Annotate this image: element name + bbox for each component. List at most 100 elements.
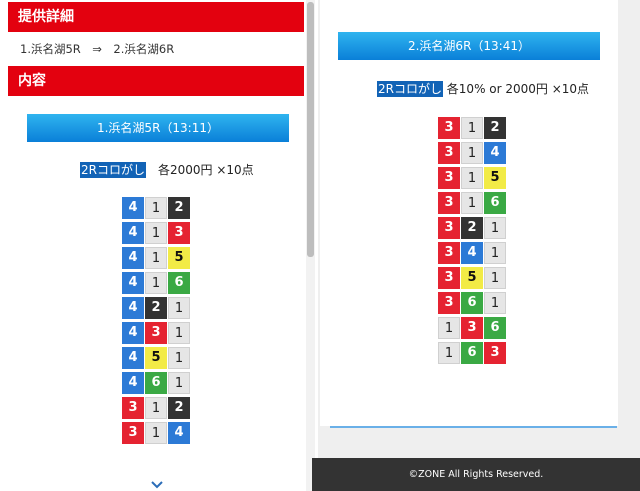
combo-row: 415: [122, 247, 190, 269]
boat-number: 2: [484, 117, 506, 139]
bet-line-left: 2Rコロがし 各2000円 ×10点: [80, 161, 254, 178]
boat-number: 2: [145, 297, 167, 319]
bet-tag-right: 2Rコロがし: [377, 81, 443, 97]
boat-number: 1: [145, 222, 167, 244]
content-card-right: 2.浜名湖6R（13:41） 2Rコロがし 各10% or 2000円 ×10点…: [320, 0, 618, 426]
combo-row: 341: [438, 242, 506, 264]
boat-number: 1: [461, 167, 483, 189]
boat-number: 1: [145, 197, 167, 219]
bet-text-right: 各10% or 2000円 ×10点: [442, 82, 590, 96]
boat-number: 4: [122, 372, 144, 394]
boat-number: 5: [168, 247, 190, 269]
boat-number: 1: [484, 217, 506, 239]
bet-text-left: 各2000円 ×10点: [145, 163, 254, 177]
left-scrollbar-thumb[interactable]: [307, 2, 314, 257]
card-divider: [330, 426, 617, 428]
boat-number: 1: [438, 342, 460, 364]
combo-row: 412: [122, 197, 190, 219]
boat-number: 1: [168, 297, 190, 319]
footer: ©ZONE All Rights Reserved.: [312, 458, 640, 491]
boat-number: 4: [122, 322, 144, 344]
boat-number: 3: [438, 117, 460, 139]
bet-tag-left: 2Rコロがし: [80, 162, 146, 178]
section-title-content: 内容: [8, 66, 304, 96]
boat-number: 6: [484, 317, 506, 339]
boat-number: 3: [122, 397, 144, 419]
combo-row: 421: [122, 297, 190, 319]
combo-row: 461: [122, 372, 190, 394]
boat-number: 1: [461, 117, 483, 139]
boat-number: 5: [461, 267, 483, 289]
boat-number: 2: [168, 397, 190, 419]
race-bar-right: 2.浜名湖6R（13:41）: [338, 32, 600, 60]
boat-number: 1: [484, 242, 506, 264]
boat-number: 3: [168, 222, 190, 244]
boat-number: 1: [145, 422, 167, 444]
boat-number: 1: [438, 317, 460, 339]
combo-row: 451: [122, 347, 190, 369]
combo-grid-right: 312314315316321341351361136163: [438, 117, 506, 367]
route-text: 1.浜名湖5R ⇒ 2.浜名湖6R: [20, 42, 175, 56]
boat-number: 1: [168, 372, 190, 394]
left-scrollbar[interactable]: [306, 0, 315, 491]
boat-number: 1: [484, 292, 506, 314]
boat-number: 4: [122, 247, 144, 269]
boat-number: 3: [461, 317, 483, 339]
boat-number: 2: [168, 197, 190, 219]
boat-number: 4: [122, 197, 144, 219]
boat-number: 3: [438, 167, 460, 189]
combo-row: 361: [438, 292, 506, 314]
boat-number: 1: [145, 247, 167, 269]
boat-number: 4: [484, 142, 506, 164]
boat-number: 6: [168, 272, 190, 294]
boat-number: 6: [461, 342, 483, 364]
boat-number: 4: [122, 222, 144, 244]
boat-number: 1: [168, 347, 190, 369]
combo-row: 315: [438, 167, 506, 189]
boat-number: 4: [122, 347, 144, 369]
boat-number: 3: [438, 217, 460, 239]
combo-row: 136: [438, 317, 506, 339]
boat-number: 5: [145, 347, 167, 369]
boat-number: 3: [145, 322, 167, 344]
combo-grid-left: 412413415416421431451461312314: [122, 197, 190, 447]
combo-row: 416: [122, 272, 190, 294]
boat-number: 3: [484, 342, 506, 364]
combo-row: 314: [122, 422, 190, 444]
combo-row: 163: [438, 342, 506, 364]
boat-number: 1: [145, 272, 167, 294]
boat-number: 4: [122, 297, 144, 319]
boat-number: 6: [461, 292, 483, 314]
boat-number: 6: [484, 192, 506, 214]
combo-row: 321: [438, 217, 506, 239]
combo-row: 312: [122, 397, 190, 419]
boat-number: 4: [168, 422, 190, 444]
combo-row: 413: [122, 222, 190, 244]
combo-row: 431: [122, 322, 190, 344]
combo-row: 316: [438, 192, 506, 214]
bet-line-right: 2Rコロがし 各10% or 2000円 ×10点: [377, 80, 589, 97]
boat-number: 5: [484, 167, 506, 189]
boat-number: 1: [461, 192, 483, 214]
combo-row: 314: [438, 142, 506, 164]
boat-number: 3: [122, 422, 144, 444]
combo-row: 351: [438, 267, 506, 289]
boat-number: 3: [438, 242, 460, 264]
left-panel: 提供詳細 1.浜名湖5R ⇒ 2.浜名湖6R 内容 1.浜名湖5R（13:11）…: [0, 0, 306, 491]
boat-number: 4: [122, 272, 144, 294]
boat-number: 1: [168, 322, 190, 344]
boat-number: 3: [438, 142, 460, 164]
race-bar-left: 1.浜名湖5R（13:11）: [27, 114, 289, 142]
boat-number: 3: [438, 192, 460, 214]
boat-number: 6: [145, 372, 167, 394]
boat-number: 1: [484, 267, 506, 289]
boat-number: 3: [438, 292, 460, 314]
boat-number: 1: [461, 142, 483, 164]
boat-number: 4: [461, 242, 483, 264]
boat-number: 2: [461, 217, 483, 239]
boat-number: 3: [438, 267, 460, 289]
section-title-details: 提供詳細: [8, 2, 304, 32]
combo-row: 312: [438, 117, 506, 139]
chevron-down-icon[interactable]: [151, 478, 163, 491]
boat-number: 1: [145, 397, 167, 419]
